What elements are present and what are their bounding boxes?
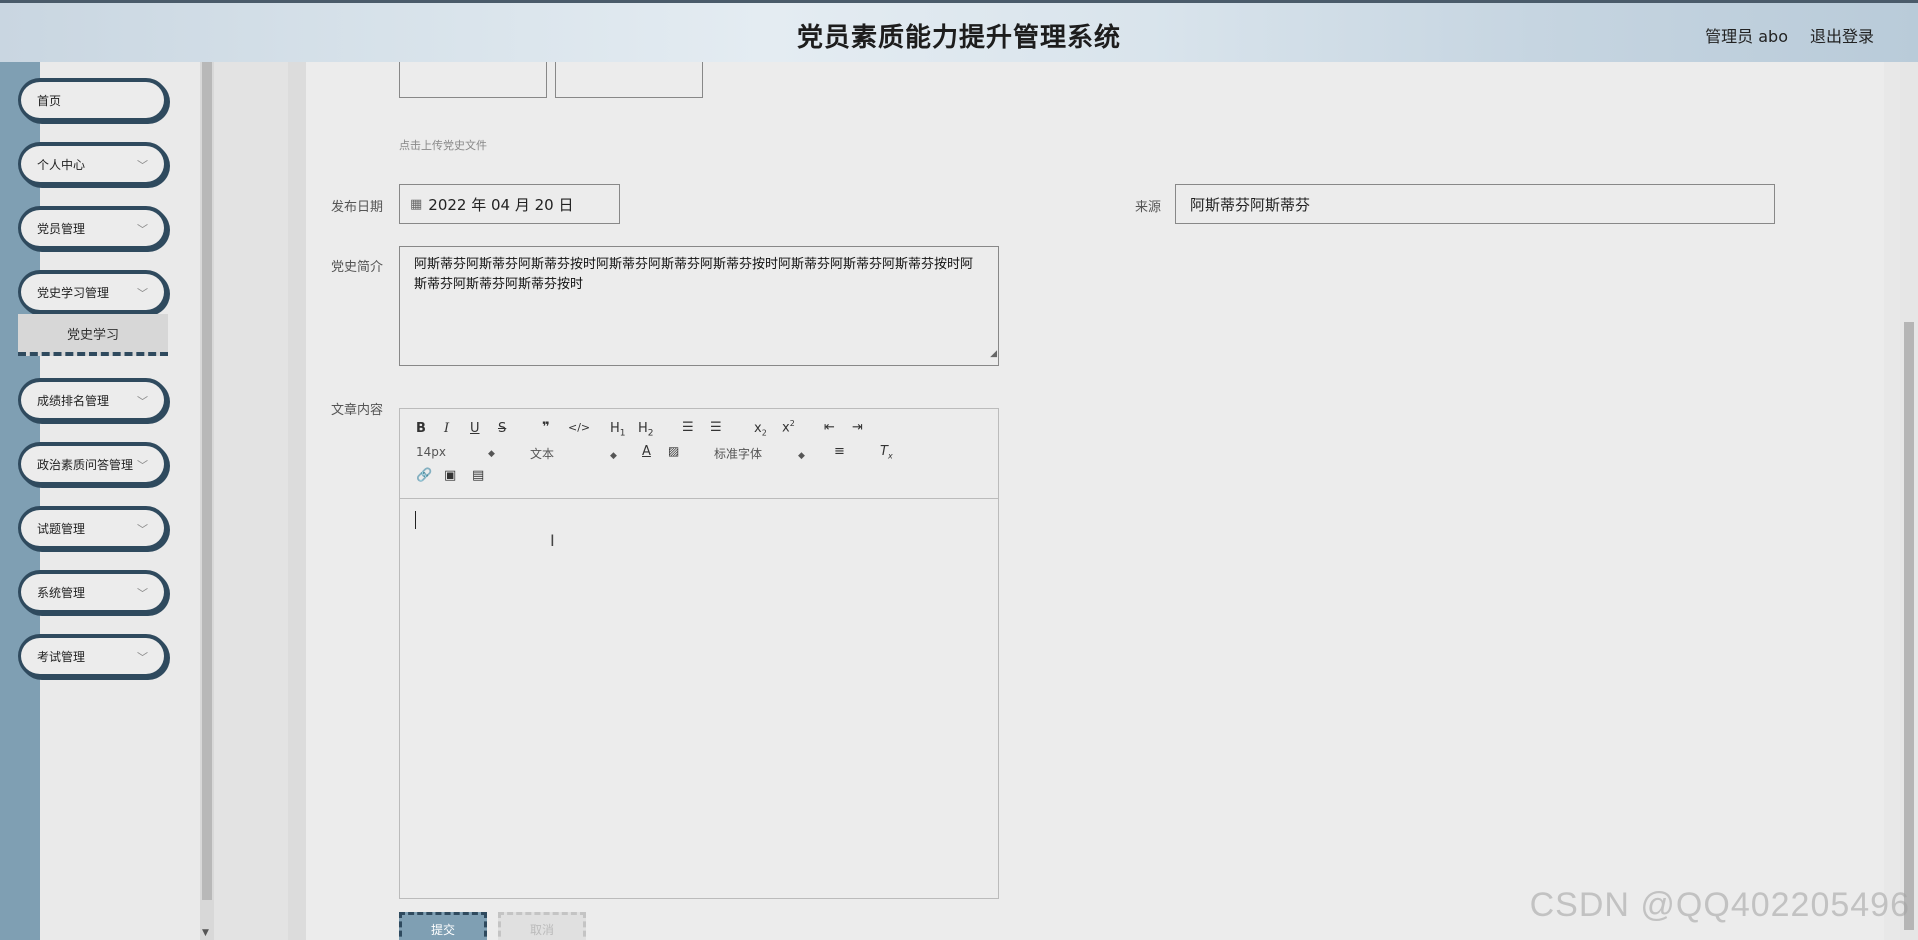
- code-block-icon[interactable]: </>: [568, 421, 590, 434]
- subscript-icon[interactable]: x2: [754, 421, 767, 438]
- date-picker[interactable]: ▦ 2022 年 04 月 20 日: [399, 184, 620, 224]
- video-icon[interactable]: ▤: [472, 468, 484, 483]
- source-label: 来源: [1135, 200, 1162, 215]
- rich-text-editor: B I U S ❞ </> H1 H2 ☰ ☰ x2 x2 ⇤ ⇥ 14px ◆ …: [399, 408, 999, 899]
- sidebar-item-system-management[interactable]: 系统管理 ﹀: [18, 570, 168, 614]
- sidebar-item-political-qa[interactable]: 政治素质问答管理 ﹀: [18, 442, 168, 486]
- block-type-value: 文本: [530, 447, 555, 461]
- sidebar-item-question-management[interactable]: 试题管理 ﹀: [18, 506, 168, 550]
- sidebar-item-label: 试题管理: [37, 521, 86, 536]
- sidebar-strip: [0, 62, 40, 940]
- page-scrollbar[interactable]: [1900, 62, 1918, 940]
- outdent-icon[interactable]: ⇤: [824, 420, 835, 435]
- upload-preview-box[interactable]: [399, 62, 547, 98]
- heading-2-icon[interactable]: H2: [638, 421, 654, 439]
- submit-button[interactable]: 提交: [399, 912, 487, 940]
- calendar-icon: ▦: [410, 196, 423, 212]
- editor-content-area[interactable]: I: [400, 499, 998, 898]
- source-value: 阿斯蒂芬阿斯蒂芬: [1190, 195, 1311, 214]
- resize-handle-icon[interactable]: ◢: [990, 344, 997, 364]
- sidebar-item-home[interactable]: 首页: [18, 78, 168, 122]
- select-arrows-icon: ◆: [488, 449, 495, 459]
- sidebar-scrollbar[interactable]: ▼: [200, 62, 214, 940]
- indent-icon[interactable]: ⇥: [852, 420, 863, 435]
- chevron-down-icon: ﹀: [137, 459, 148, 472]
- sidebar-subitem-history-study[interactable]: 党史学习: [18, 314, 168, 356]
- clear-format-icon[interactable]: Tx: [880, 444, 893, 461]
- app-title: 党员素质能力提升管理系统: [796, 23, 1121, 53]
- italic-icon[interactable]: I: [444, 421, 449, 436]
- chevron-down-icon: ﹀: [137, 287, 148, 300]
- content-card-edge: [288, 62, 306, 940]
- sidebar-scroll-thumb[interactable]: [202, 62, 212, 900]
- sidebar-item-score-ranking[interactable]: 成绩排名管理 ﹀: [18, 378, 168, 422]
- font-color-icon[interactable]: A: [642, 444, 651, 459]
- background-color-icon[interactable]: ▨: [668, 444, 679, 458]
- ordered-list-icon[interactable]: ☰: [682, 420, 694, 435]
- chevron-down-icon: ﹀: [137, 395, 148, 408]
- chevron-down-icon: ﹀: [137, 223, 148, 236]
- sidebar-item-member-management[interactable]: 党员管理 ﹀: [18, 206, 168, 250]
- font-family-value: 标准字体: [714, 447, 763, 461]
- sidebar-item-label: 成绩排名管理: [37, 393, 110, 408]
- text-caret: [415, 511, 416, 529]
- sidebar-item-label: 个人中心: [37, 157, 86, 172]
- blockquote-icon[interactable]: ❞: [542, 420, 550, 435]
- date-value: 2022 年 04 月 20 日: [428, 195, 574, 214]
- upload-button-box[interactable]: [555, 62, 703, 98]
- superscript-icon[interactable]: x2: [782, 419, 795, 435]
- current-user: 管理员 abo: [1705, 27, 1788, 46]
- select-arrows-icon: ◆: [610, 451, 617, 461]
- cancel-button[interactable]: 取消: [498, 912, 586, 940]
- block-type-select[interactable]: 文本 ◆: [530, 445, 617, 462]
- align-icon[interactable]: ≡: [834, 444, 845, 459]
- content-label: 文章内容: [331, 403, 384, 418]
- bullet-list-icon[interactable]: ☰: [710, 420, 722, 435]
- chevron-down-icon: ﹀: [137, 523, 148, 536]
- select-arrows-icon: ◆: [798, 451, 805, 461]
- date-label: 发布日期: [331, 200, 384, 215]
- font-size-select[interactable]: 14px ◆: [416, 445, 495, 459]
- sidebar-item-history-study-management[interactable]: 党史学习管理 ﹀: [18, 270, 168, 314]
- sidebar-item-label: 党员管理: [37, 221, 86, 236]
- strikethrough-icon[interactable]: S: [498, 421, 506, 436]
- sidebar-item-exam-management[interactable]: 考试管理 ﹀: [18, 634, 168, 678]
- chevron-down-icon: ﹀: [137, 587, 148, 600]
- scroll-down-arrow-icon[interactable]: ▼: [202, 928, 209, 938]
- link-icon[interactable]: 🔗: [416, 468, 432, 483]
- sidebar: [40, 62, 200, 940]
- intro-textarea[interactable]: 阿斯蒂芬阿斯蒂芬阿斯蒂芬按时阿斯蒂芬阿斯蒂芬阿斯蒂芬按时阿斯蒂芬阿斯蒂芬阿斯蒂芬…: [399, 246, 999, 366]
- intro-value: 阿斯蒂芬阿斯蒂芬阿斯蒂芬按时阿斯蒂芬阿斯蒂芬阿斯蒂芬按时阿斯蒂芬阿斯蒂芬阿斯蒂芬…: [414, 257, 974, 292]
- ibeam-cursor-icon: I: [550, 531, 555, 550]
- image-icon[interactable]: ▣: [444, 468, 456, 483]
- sidebar-item-label: 党史学习管理: [37, 285, 110, 300]
- font-family-select[interactable]: 标准字体 ◆: [714, 445, 805, 462]
- page-scroll-thumb[interactable]: [1904, 322, 1914, 930]
- chevron-down-icon: ﹀: [137, 651, 148, 664]
- watermark: CSDN @QQ402205496: [1529, 886, 1910, 924]
- intro-label: 党史简介: [331, 260, 384, 275]
- source-input[interactable]: 阿斯蒂芬阿斯蒂芬: [1175, 184, 1775, 224]
- sidebar-item-personal-center[interactable]: 个人中心 ﹀: [18, 142, 168, 186]
- upload-hint: 点击上传党史文件: [399, 139, 487, 152]
- underline-icon[interactable]: U: [470, 421, 480, 436]
- sidebar-item-label: 首页: [37, 93, 62, 108]
- sidebar-item-label: 考试管理: [37, 649, 86, 664]
- chevron-down-icon: ﹀: [137, 159, 148, 172]
- sidebar-item-label: 系统管理: [37, 585, 86, 600]
- logout-link[interactable]: 退出登录: [1810, 23, 1874, 47]
- font-size-value: 14px: [416, 445, 446, 459]
- editor-toolbar: B I U S ❞ </> H1 H2 ☰ ☰ x2 x2 ⇤ ⇥ 14px ◆ …: [400, 409, 998, 499]
- sidebar-item-label: 政治素质问答管理: [37, 457, 134, 472]
- app-header: 党员素质能力提升管理系统 管理员 abo 退出登录: [0, 0, 1918, 62]
- bold-icon[interactable]: B: [416, 421, 426, 436]
- heading-1-icon[interactable]: H1: [610, 421, 626, 439]
- content-gutter: [214, 62, 288, 940]
